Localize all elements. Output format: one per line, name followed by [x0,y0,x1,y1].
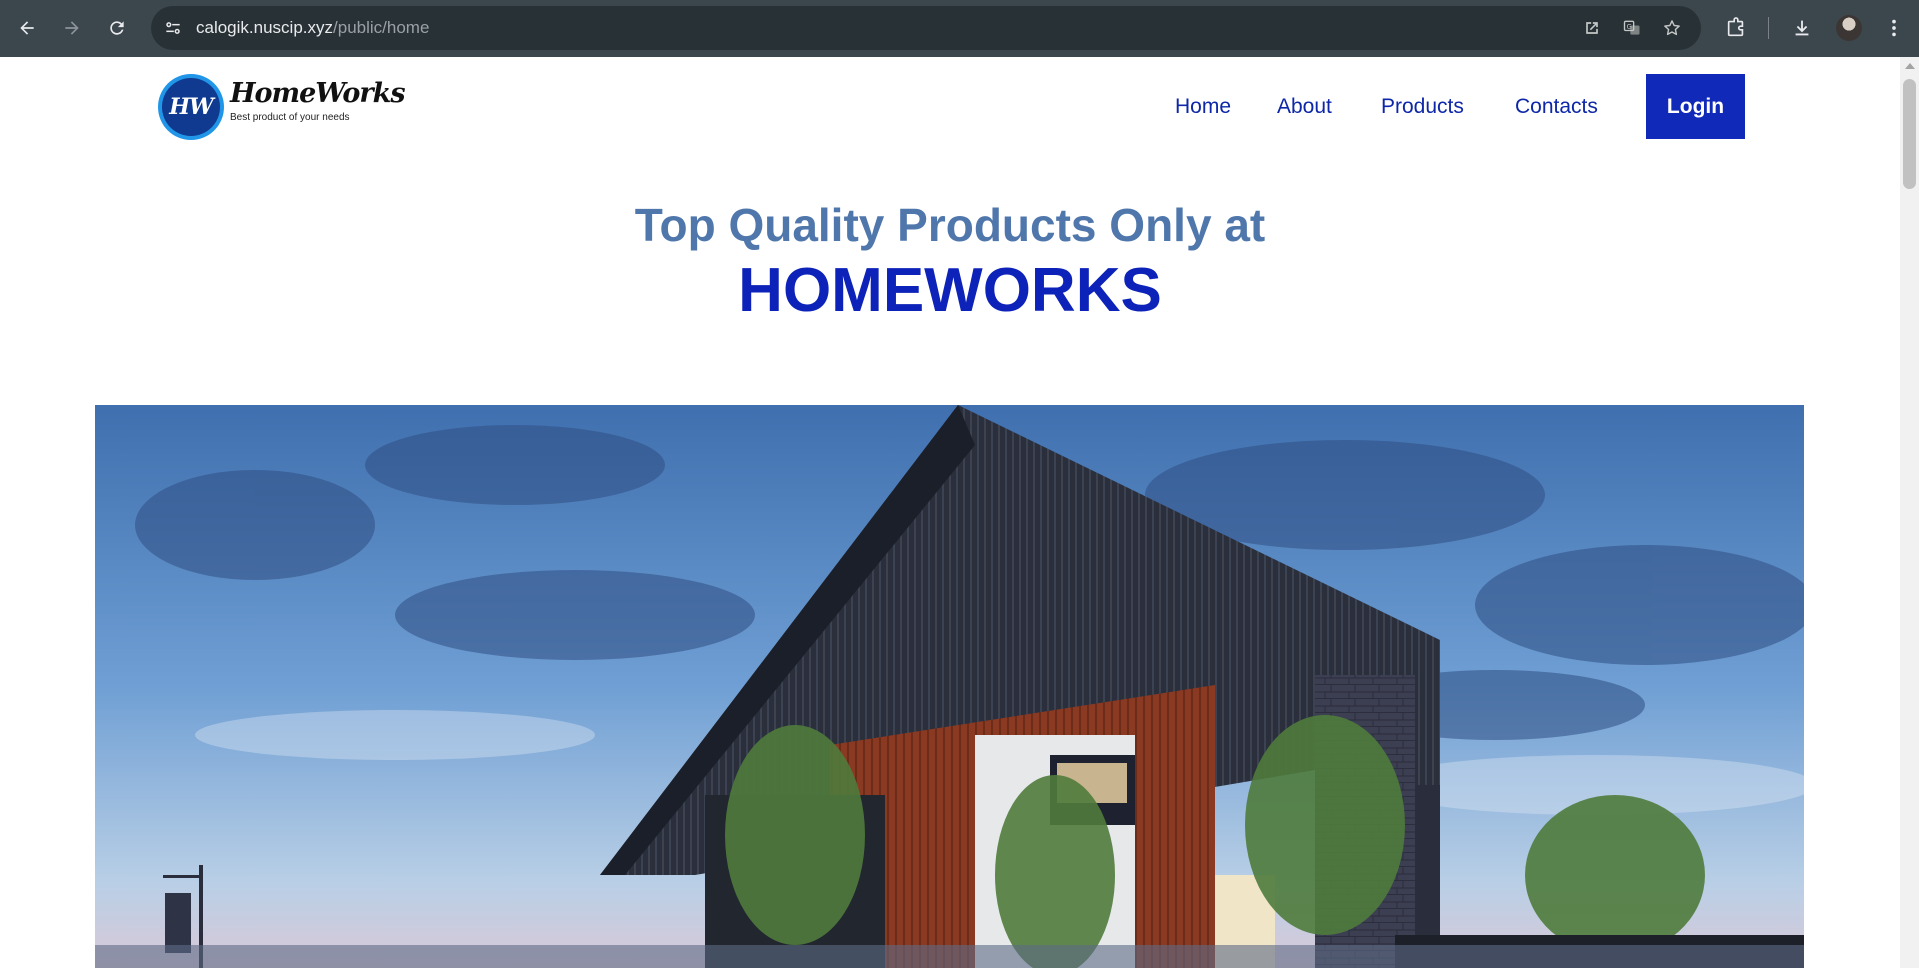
hero-title: HOMEWORKS [738,256,1162,325]
nav-link-about[interactable]: About [1277,95,1332,119]
open-in-app-icon[interactable] [1580,16,1604,40]
site-logo[interactable]: HW HomeWorks Best product of your needs [158,74,406,140]
downloads-icon[interactable] [1788,14,1816,42]
login-button[interactable]: Login [1646,74,1745,139]
scroll-thumb[interactable] [1903,79,1916,189]
reload-icon [110,21,124,35]
forward-arrow-icon [65,21,79,35]
page-scrollbar[interactable] [1900,57,1919,968]
logo-name: HomeWorks [230,78,406,109]
browser-menu-icon[interactable] [1880,14,1908,42]
url-path: /public/home [333,18,430,37]
forward-button[interactable] [58,14,86,42]
nav-link-home[interactable]: Home [1175,95,1231,119]
profile-avatar[interactable] [1836,15,1862,41]
browser-toolbar: calogik.nuscip.xyz/public/home G [0,0,1919,57]
url-text[interactable]: calogik.nuscip.xyz/public/home [196,18,429,38]
hero-subtitle: Top Quality Products Only at [634,199,1266,251]
logo-badge-text: HW [162,78,220,136]
logo-tagline: Best product of your needs [230,112,350,123]
bookmark-star-icon[interactable] [1660,16,1684,40]
site-info-icon[interactable] [161,16,185,40]
toolbar-divider [1768,17,1769,39]
extensions-icon[interactable] [1722,14,1750,42]
address-bar[interactable]: calogik.nuscip.xyz/public/home G [151,6,1701,50]
back-arrow-icon [20,21,34,35]
nav-link-contacts[interactable]: Contacts [1515,95,1598,119]
scroll-up-arrow-icon[interactable] [1905,63,1915,69]
back-button[interactable] [13,14,41,42]
svg-text:G: G [1627,23,1632,31]
hero-image [95,405,1804,968]
house-photo-illustration [95,405,1804,968]
url-host: calogik.nuscip.xyz [196,18,334,37]
nav-link-products[interactable]: Products [1381,95,1464,119]
translate-icon[interactable]: G [1620,16,1644,40]
reload-button[interactable] [103,14,131,42]
logo-badge: HW [158,74,224,140]
